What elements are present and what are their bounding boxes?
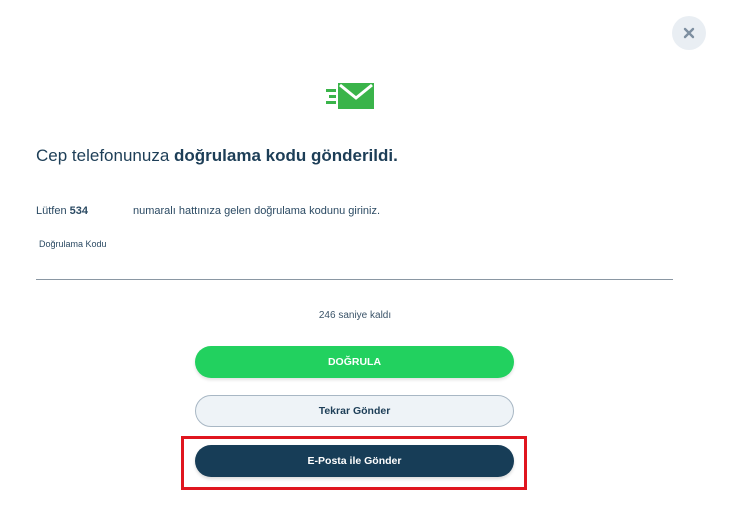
instruction-text: Lütfen 534 numaralı hattınıza gelen doğru… [36,205,380,217]
page-title: Cep telefonunuza doğrulama kodu gönderil… [36,146,398,166]
verification-code-input[interactable] [36,252,673,280]
instruction-suffix: numaralı hattınıza gelen doğrulama kodun… [133,205,381,217]
phone-prefix: 534 [69,205,88,217]
verify-button[interactable]: DOĞRULA [195,346,514,378]
send-via-email-button[interactable]: E-Posta ile Gönder [195,445,514,477]
code-field-label: Doğrulama Kodu [39,239,107,249]
mail-sent-icon [326,83,374,109]
verification-dialog: Cep telefonunuza doğrulama kodu gönderil… [0,0,733,512]
resend-button[interactable]: Tekrar Gönder [195,395,514,427]
instruction-prefix: Lütfen [36,205,70,217]
headline-prefix: Cep telefonunuza [36,146,174,165]
countdown-text: 246 saniye kaldı [318,310,392,321]
close-button[interactable] [672,16,706,50]
close-icon [683,27,695,39]
headline-bold: doğrulama kodu gönderildi. [174,146,398,165]
